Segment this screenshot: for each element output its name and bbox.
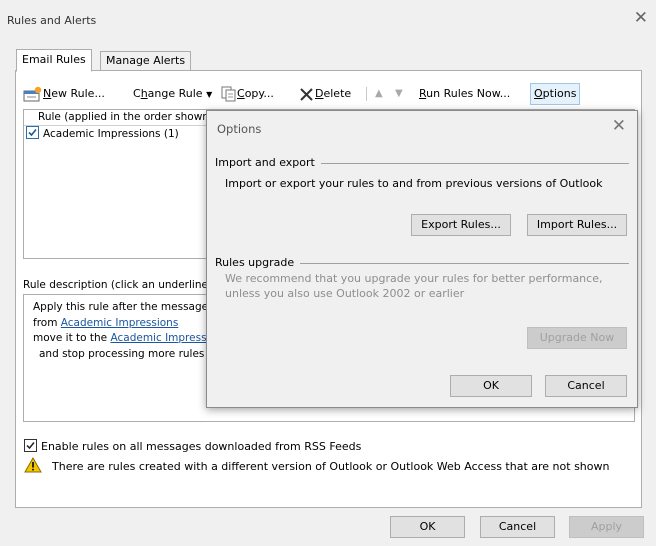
tab-manage-alerts[interactable]: Manage Alerts <box>100 51 192 71</box>
sender-link[interactable]: Academic Impressions <box>61 317 179 329</box>
upgrade-now-button[interactable]: Upgrade Now <box>527 327 627 349</box>
close-icon[interactable]: ✕ <box>634 10 648 27</box>
rule-enabled-checkbox[interactable] <box>26 126 39 139</box>
move-down-icon[interactable]: ▼ <box>395 83 403 105</box>
options-cancel-button[interactable]: Cancel <box>545 375 627 397</box>
close-icon[interactable]: ✕ <box>612 116 626 136</box>
options-ok-button[interactable]: OK <box>450 375 532 397</box>
copy-rule-button[interactable]: Copy... <box>221 83 274 105</box>
options-dialog: Options ✕ Import and export Import or ex… <box>206 110 638 408</box>
ok-button[interactable]: OK <box>390 516 465 538</box>
change-rule-button[interactable]: Change Rule ▼ <box>133 83 212 105</box>
rules-upgrade-heading: Rules upgrade <box>215 256 301 269</box>
options-dialog-title: Options <box>217 122 262 136</box>
tab-email-rules[interactable]: Email Rules <box>16 49 92 72</box>
copy-icon <box>221 86 236 102</box>
warning-icon <box>24 457 42 473</box>
apply-button[interactable]: Apply <box>569 516 644 538</box>
import-export-text: Import or export your rules to and from … <box>225 177 603 190</box>
new-rule-icon <box>23 86 42 102</box>
import-export-heading: Import and export <box>215 156 321 169</box>
export-rules-button[interactable]: Export Rules... <box>411 214 511 236</box>
rules-upgrade-text-line1: We recommend that you upgrade your rules… <box>225 272 603 285</box>
delete-rule-button[interactable]: Delete <box>299 83 351 105</box>
checkmark-icon <box>26 442 35 450</box>
warning-text: There are rules created with a different… <box>52 460 610 473</box>
move-up-icon[interactable]: ▲ <box>375 83 383 105</box>
checkmark-icon <box>28 128 37 137</box>
cancel-button[interactable]: Cancel <box>480 516 555 538</box>
delete-icon <box>300 88 313 101</box>
run-rules-now-button[interactable]: Run Rules Now... <box>419 83 510 105</box>
rules-upgrade-text-line2: unless you also use Outlook 2002 or earl… <box>225 287 465 300</box>
rss-checkbox[interactable] <box>24 439 37 452</box>
import-rules-button[interactable]: Import Rules... <box>527 214 627 236</box>
rules-toolbar: New Rule... Change Rule ▼ Copy... Delete… <box>23 83 635 105</box>
window-title: Rules and Alerts <box>7 14 97 27</box>
rss-rules-option[interactable]: Enable rules on all messages downloaded … <box>24 439 361 453</box>
chevron-down-icon: ▼ <box>206 90 213 99</box>
rule-name: Academic Impressions (1) <box>43 128 179 140</box>
rss-label: Enable rules on all messages downloaded … <box>41 440 362 453</box>
options-button[interactable]: Options <box>530 83 581 105</box>
new-rule-button[interactable]: New Rule... <box>23 83 105 105</box>
toolbar-separator <box>366 87 367 101</box>
title-bar: Rules and Alerts ✕ <box>0 0 656 40</box>
